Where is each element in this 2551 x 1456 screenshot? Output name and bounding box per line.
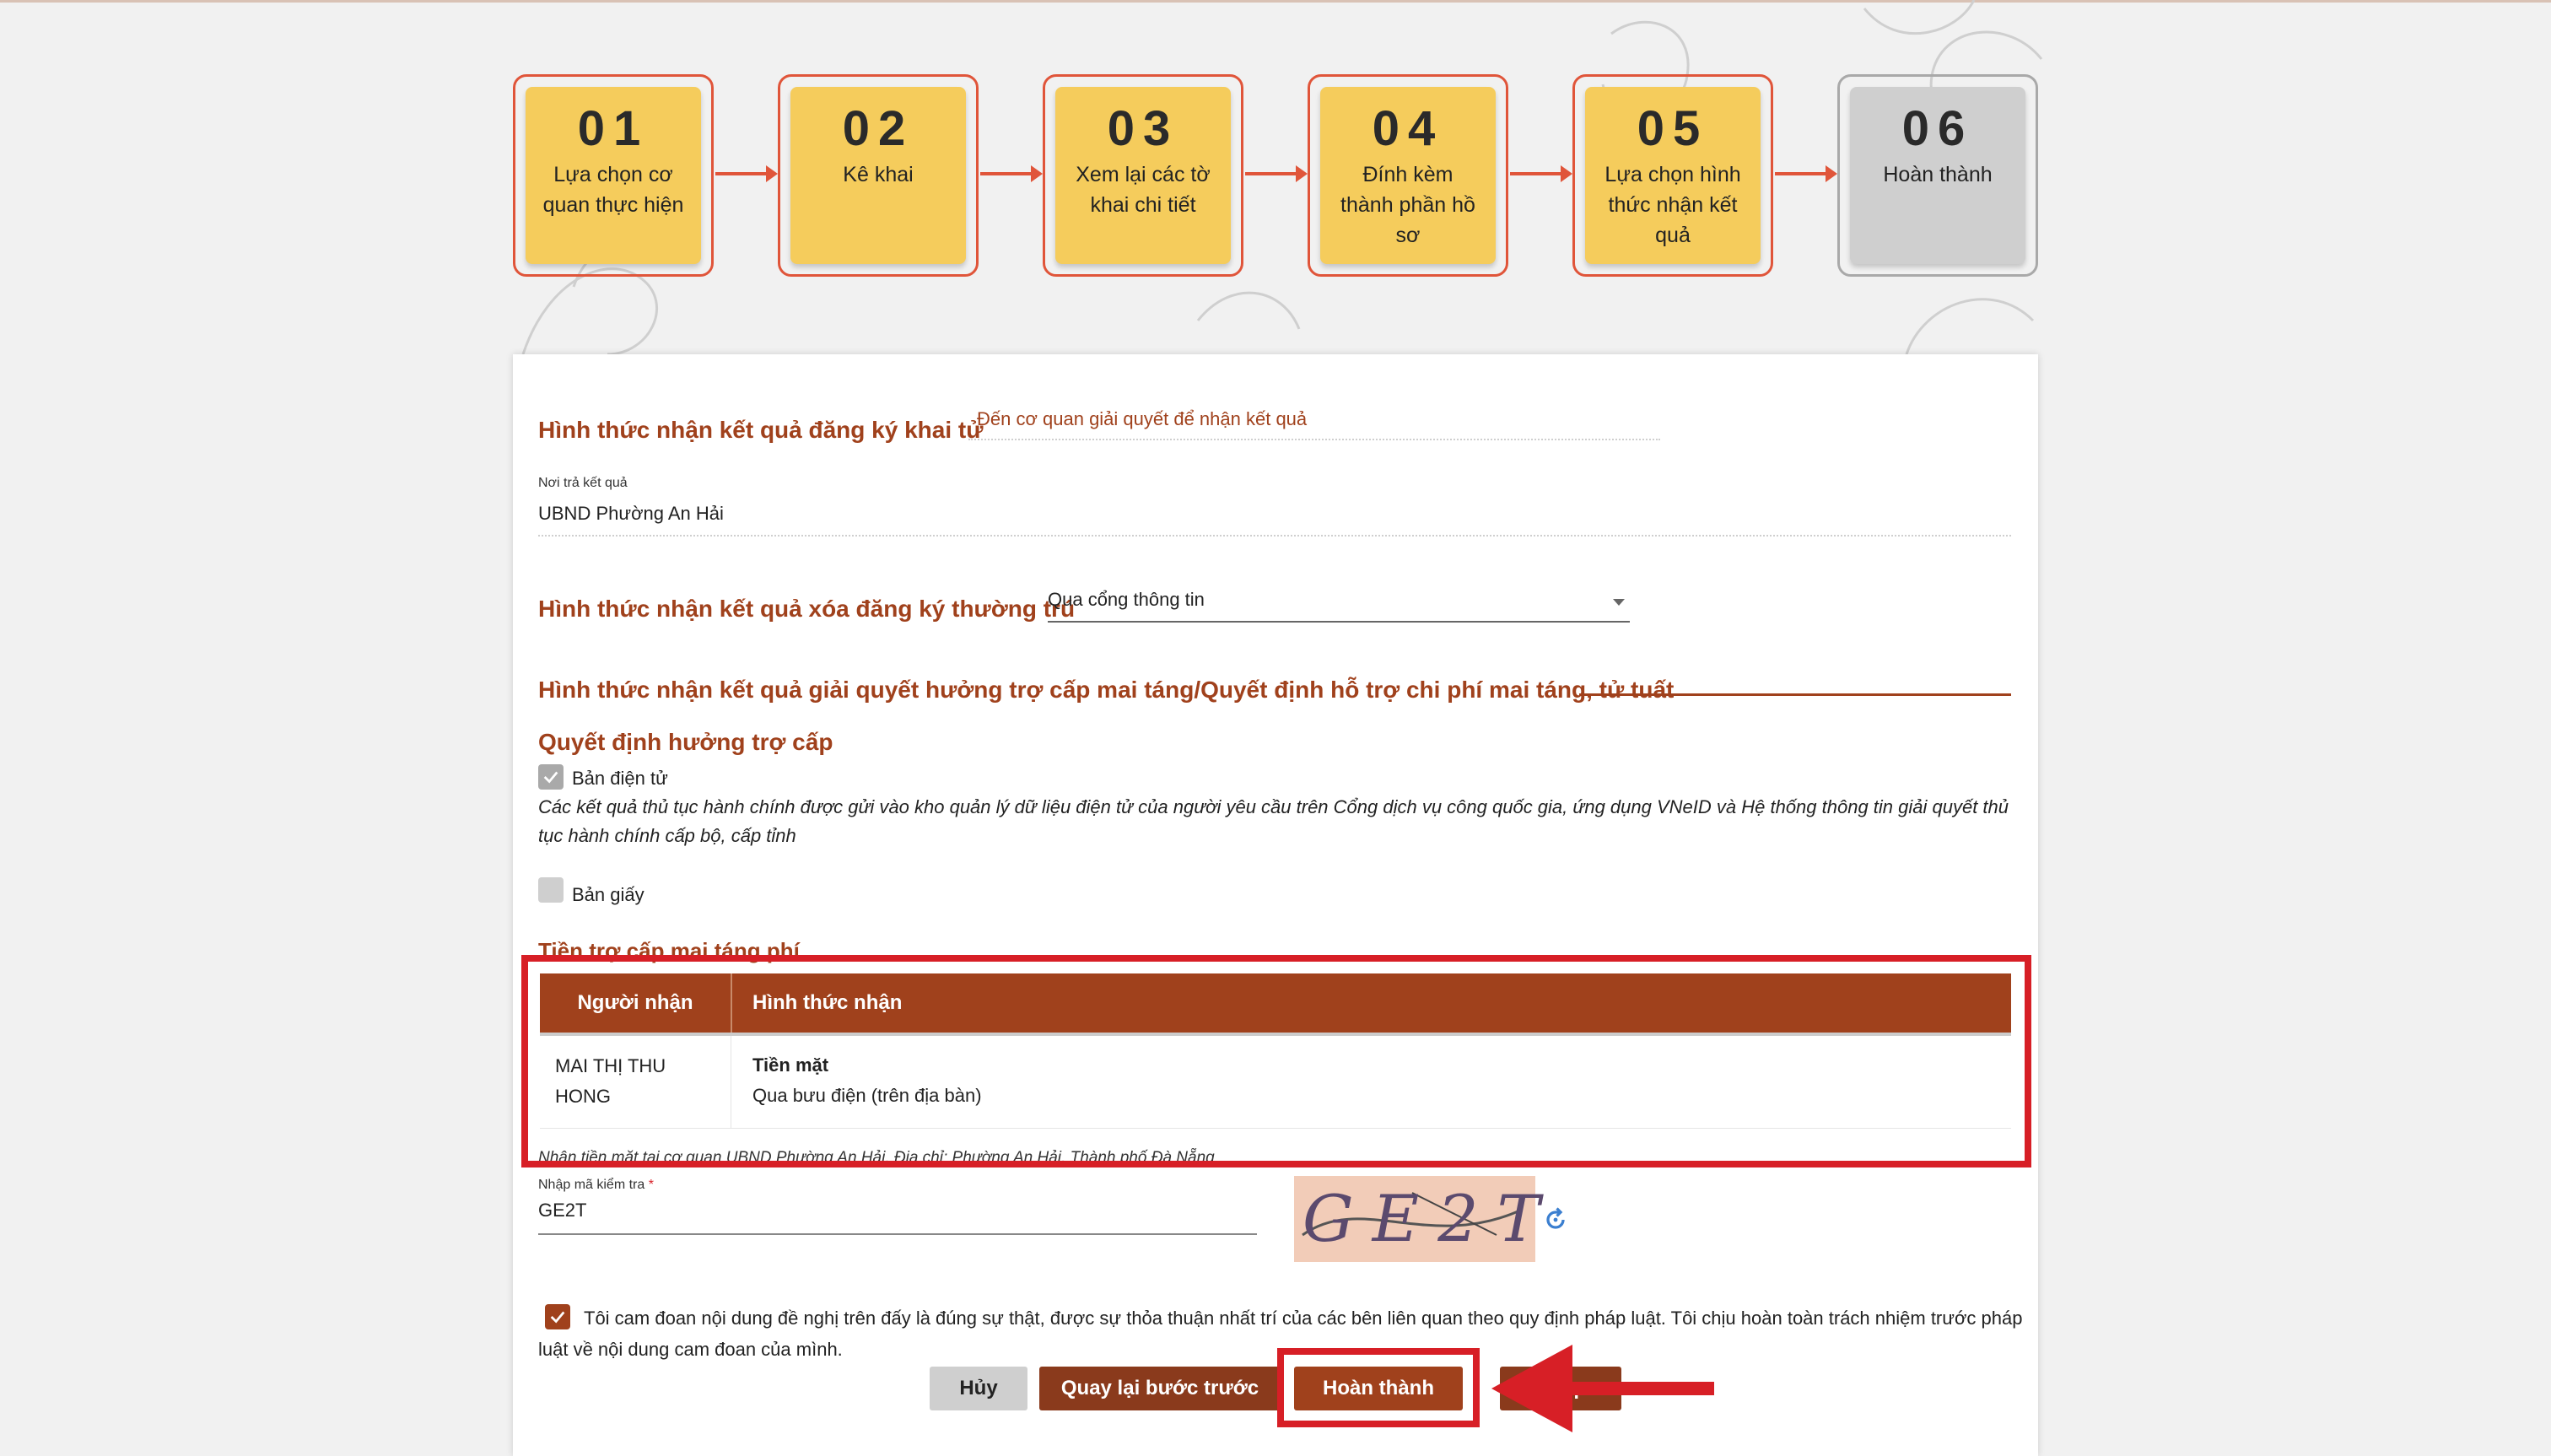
step-label: Lựa chọn hình thức nhận kết quả — [1604, 163, 1741, 247]
electronic-copy-note: Các kết quả thủ tục hành chính được gửi … — [538, 796, 2009, 846]
step-label: Kê khai — [843, 163, 914, 186]
required-mark: * — [648, 1178, 654, 1192]
captcha-input-value: GE2T — [538, 1200, 587, 1221]
step-1[interactable]: 01 Lựa chọn cơ quan thực hiện — [513, 74, 714, 277]
top-border — [0, 0, 2551, 3]
death-reg-value: Đến cơ quan giải quyết để nhận kết quả — [977, 408, 1308, 429]
return-place-label: Nơi trả kết quả — [538, 476, 628, 490]
cancel-button[interactable]: Hủy — [930, 1367, 1027, 1410]
annotation-finish-highlight — [1277, 1348, 1480, 1427]
step-number: 01 — [577, 101, 650, 156]
electronic-copy-label: Bản điện tử — [572, 768, 668, 789]
step-6[interactable]: 06 Hoàn thành — [1837, 74, 2038, 277]
captcha-image: GE2T — [1294, 1176, 1540, 1262]
electronic-copy-checkbox[interactable] — [538, 764, 564, 790]
captcha-text: GE2T — [1302, 1181, 1559, 1256]
step-2[interactable]: 02 Kê khai — [778, 74, 979, 277]
step-number: 04 — [1372, 101, 1444, 156]
return-place-field[interactable]: UBND Phường An Hải — [538, 494, 2011, 537]
step-arrow-icon — [1775, 165, 1837, 182]
death-reg-label: Hình thức nhận kết quả đăng ký khai tử — [538, 417, 984, 443]
paper-copy-checkbox[interactable] — [538, 877, 564, 903]
progress-steps: 01 Lựa chọn cơ quan thực hiện 02 Kê khai… — [513, 74, 2038, 278]
captcha-label: Nhập mã kiểm tra * — [538, 1178, 654, 1192]
step-label: Hoàn thành — [1883, 163, 1993, 186]
step-arrow-icon — [715, 165, 778, 182]
decision-label: Quyết định hưởng trợ cấp — [538, 729, 833, 755]
step-3[interactable]: 03 Xem lại các tờ khai chi tiết — [1043, 74, 1243, 277]
return-place-value: UBND Phường An Hải — [538, 503, 724, 524]
step-number: 06 — [1901, 101, 1974, 156]
step-4[interactable]: 04 Đính kèm thành phần hồ sơ — [1308, 74, 1508, 277]
residence-select[interactable]: Qua cổng thông tin — [1048, 580, 1630, 623]
step-label: Lựa chọn cơ quan thực hiện — [542, 163, 684, 217]
annotation-table-highlight — [521, 955, 2031, 1167]
step-arrow-icon — [1510, 165, 1572, 182]
residence-label: Hình thức nhận kết quả xóa đăng ký thườn… — [538, 596, 1076, 622]
refresh-icon[interactable] — [1540, 1205, 1571, 1235]
step-arrow-icon — [1245, 165, 1308, 182]
dropdown-arrow-icon — [1613, 599, 1625, 606]
paper-copy-label: Bản giấy — [572, 884, 644, 905]
back-button[interactable]: Quay lại bước trước — [1039, 1367, 1281, 1410]
funeral-label: Hình thức nhận kết quả giải quyết hưởng … — [538, 677, 1675, 703]
death-reg-select[interactable]: Đến cơ quan giải quyết để nhận kết quả — [968, 407, 1660, 440]
step-label: Xem lại các tờ khai chi tiết — [1076, 163, 1211, 217]
step-5[interactable]: 05 Lựa chọn hình thức nhận kết quả — [1572, 74, 1773, 277]
funeral-select[interactable] — [1579, 693, 2011, 696]
annotation-arrow-icon — [1491, 1345, 1714, 1432]
result-form-panel: Hình thức nhận kết quả đăng ký khai tử Đ… — [513, 354, 2038, 1456]
step-label: Đính kèm thành phần hồ sơ — [1340, 163, 1475, 247]
captcha-input[interactable]: GE2T — [538, 1194, 1257, 1235]
step-number: 02 — [842, 101, 914, 156]
check-icon — [543, 771, 558, 784]
step-number: 03 — [1107, 101, 1179, 156]
step-arrow-icon — [980, 165, 1043, 182]
step-number: 05 — [1637, 101, 1709, 156]
residence-value: Qua cổng thông tin — [1048, 589, 1205, 610]
